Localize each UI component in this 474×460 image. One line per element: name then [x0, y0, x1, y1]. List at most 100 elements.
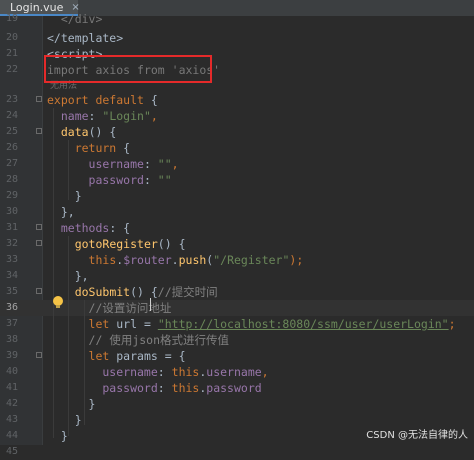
line-number: 20 [5, 32, 18, 43]
code-line[interactable]: 40 username: this.username, [0, 364, 474, 380]
code-token: let [88, 317, 117, 331]
line-number: 42 [5, 398, 18, 409]
code-token: url [116, 317, 138, 331]
code-token: methods [47, 221, 110, 235]
code-line[interactable]: 45 [0, 444, 474, 460]
line-number: 38 [5, 334, 18, 345]
code-text: let url = "http://localhost:8080/ssm/use… [47, 316, 456, 332]
code-token: username [206, 365, 262, 379]
code-token: </template> [47, 31, 124, 45]
fold-marker[interactable] [36, 352, 42, 358]
code-line[interactable]: 37 let url = "http://localhost:8080/ssm/… [0, 316, 474, 332]
code-line[interactable]: 41 password: this.password [0, 380, 474, 396]
line-number: 19 [5, 13, 18, 24]
code-line[interactable]: 29 } [0, 188, 474, 204]
fold-marker[interactable] [36, 240, 42, 246]
code-text: doSubmit() {//提交时间 [47, 284, 218, 300]
code-token: "http://localhost:8080/ssm/user/userLogi… [157, 317, 449, 331]
code-text: methods: { [47, 220, 130, 236]
code-line[interactable]: 42 } [0, 396, 474, 412]
code-text: </template> [47, 30, 123, 46]
lightbulb-icon[interactable] [53, 296, 63, 308]
code-text: password: "" [47, 172, 172, 188]
code-line[interactable]: 36 //设置访问地址 [0, 300, 474, 316]
indent-guide [84, 300, 85, 425]
code-token: : [157, 381, 172, 395]
fold-marker[interactable] [36, 128, 42, 134]
code-text: username: "", [47, 156, 179, 172]
code-text: } [47, 396, 96, 412]
indent-guide [68, 236, 69, 436]
line-number: 23 [5, 94, 18, 105]
code-line[interactable]: 23 export default { [0, 92, 474, 108]
code-token: </div> [47, 12, 103, 26]
line-number: 31 [5, 222, 18, 233]
code-line[interactable]: 32 gotoRegister() { [0, 236, 474, 252]
line-number: 40 [5, 366, 18, 377]
code-token: username [47, 157, 144, 171]
red-highlight-box [44, 55, 212, 83]
code-token: { [123, 141, 131, 155]
line-number: 43 [5, 414, 18, 425]
code-token: , [150, 109, 158, 123]
text-caret [150, 298, 151, 311]
code-token: params [116, 349, 158, 363]
code-token: : [143, 157, 158, 171]
code-line[interactable]: 39 let params = { [0, 348, 474, 364]
code-line[interactable]: 27 username: "", [0, 156, 474, 172]
code-line[interactable]: 24 name: "Login", [0, 108, 474, 124]
code-line[interactable]: 38 // 使用json格式进行传值 [0, 332, 474, 348]
code-token: = [137, 317, 158, 331]
code-token: ); [289, 253, 304, 267]
code-token: password [206, 381, 262, 395]
code-token: password [47, 173, 144, 187]
code-line[interactable]: 31 methods: { [0, 220, 474, 236]
code-text: data() { [47, 124, 116, 140]
code-line[interactable]: 20 </template> [0, 30, 474, 46]
code-text: // 使用json格式进行传值 [47, 332, 229, 348]
code-token: : [143, 173, 158, 187]
code-line[interactable]: 33 this.$router.push("/Register"); [0, 252, 474, 268]
code-text: name: "Login", [47, 108, 158, 124]
code-token: : [157, 365, 172, 379]
code-line[interactable]: 30 }, [0, 204, 474, 220]
code-token: } [47, 429, 68, 443]
line-number: 35 [5, 286, 18, 297]
code-line[interactable]: 25 data() { [0, 124, 474, 140]
code-line[interactable]: 28 password: "" [0, 172, 474, 188]
code-token: gotoRegister [74, 237, 158, 251]
line-number: 34 [5, 270, 18, 281]
code-text: return { [47, 140, 130, 156]
line-number: 27 [5, 158, 18, 169]
code-token: password [47, 381, 158, 395]
code-line[interactable]: 34 }, [0, 268, 474, 284]
code-text: password: this.password [47, 380, 262, 396]
code-line[interactable]: 35 doSubmit() {//提交时间 [0, 284, 474, 300]
code-text: } [47, 428, 68, 444]
code-token: push [178, 253, 207, 267]
code-token: "/Register" [213, 253, 290, 267]
line-number: 32 [5, 238, 18, 249]
fold-marker[interactable] [36, 224, 42, 230]
code-token: . [171, 253, 179, 267]
line-number: 26 [5, 142, 18, 153]
fold-marker[interactable] [36, 96, 42, 102]
code-text: </div> [47, 11, 103, 27]
line-number: 21 [5, 48, 18, 59]
code-token: let [88, 349, 117, 363]
indent-guide [53, 108, 54, 438]
line-number: 45 [5, 446, 18, 457]
code-token: "" [157, 157, 172, 171]
line-number: 44 [5, 430, 18, 441]
code-line[interactable]: 26 return { [0, 140, 474, 156]
code-text: export default { [47, 92, 158, 108]
code-token: ; [448, 317, 456, 331]
code-token: } [47, 397, 96, 411]
code-token: () { [88, 125, 117, 139]
code-token: // 使用json格式进行传值 [88, 333, 230, 347]
fold-marker[interactable] [36, 288, 42, 294]
code-line[interactable]: 19 </div> [0, 11, 474, 27]
code-token: "" [157, 173, 172, 187]
code-text: //设置访问地址 [47, 300, 172, 316]
